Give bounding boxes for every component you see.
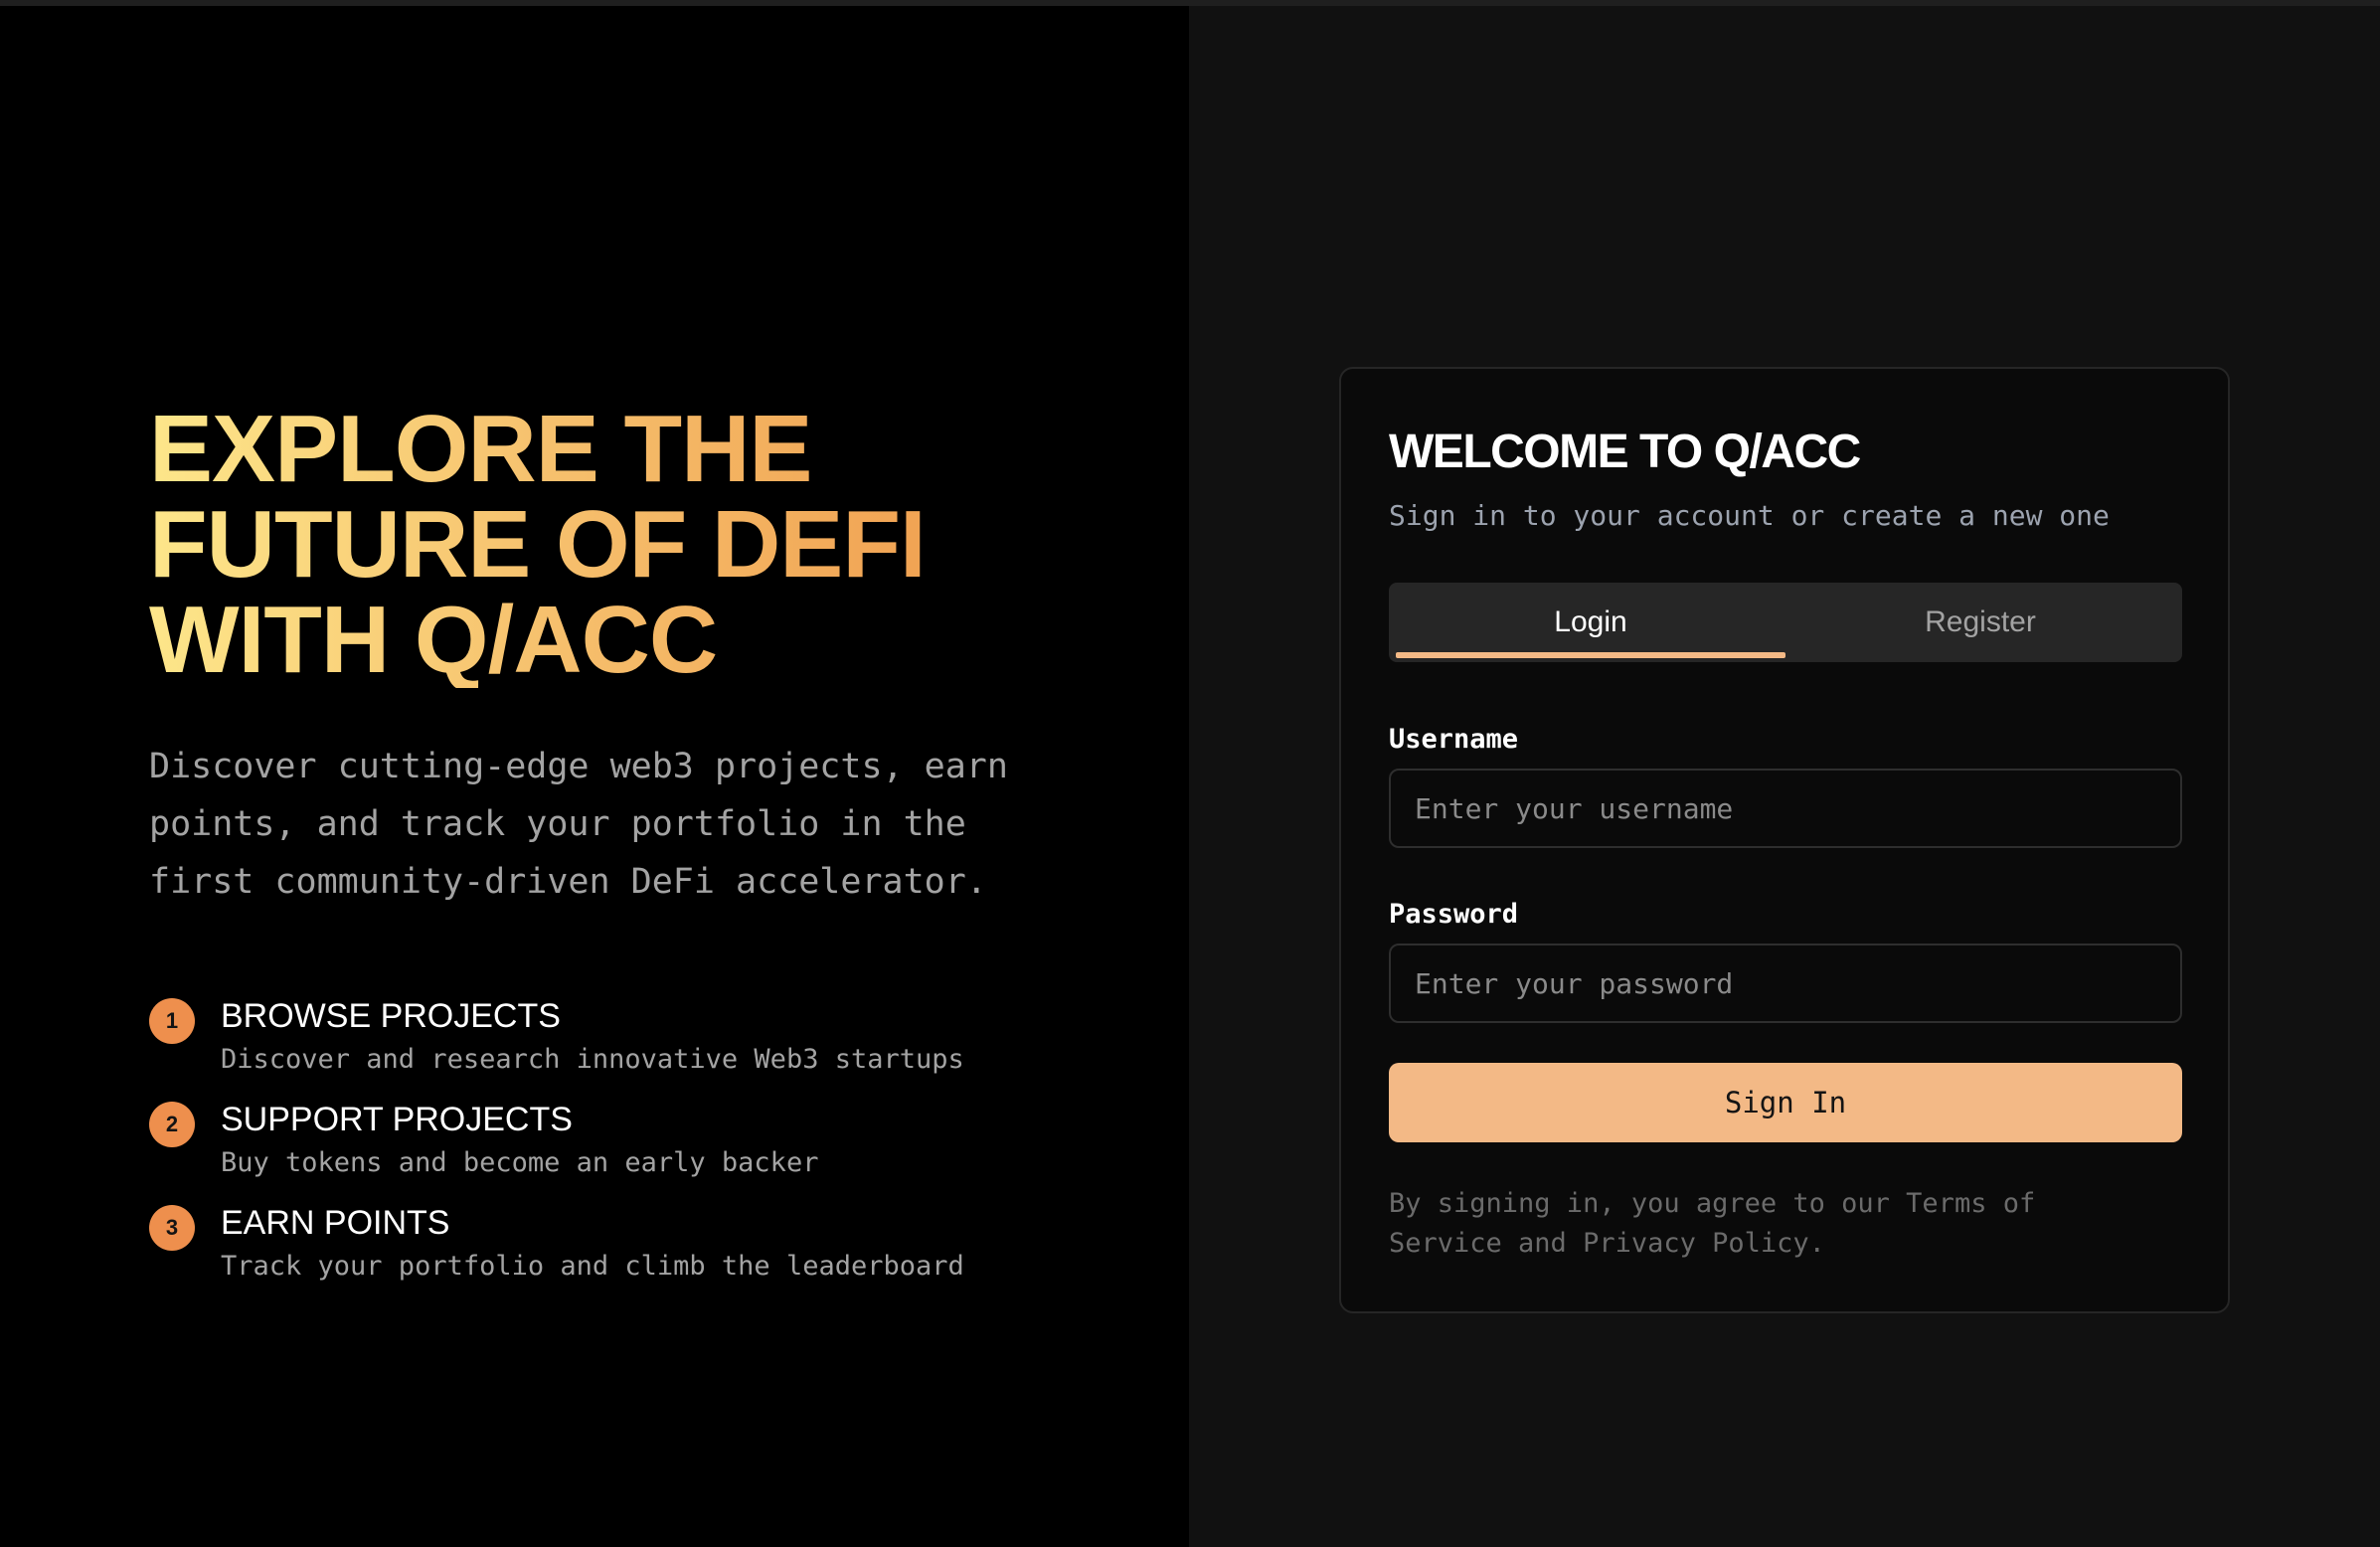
auth-card: WELCOME TO Q/ACC Sign in to your account… xyxy=(1339,367,2230,1313)
step-title: BROWSE PROJECTS xyxy=(221,997,561,1035)
step-number-badge: 3 xyxy=(149,1205,195,1251)
username-input[interactable] xyxy=(1389,769,2182,848)
hero-title-line-2: FUTURE OF DEFI xyxy=(149,491,926,598)
step-title: SUPPORT PROJECTS xyxy=(221,1101,573,1138)
auth-panel: WELCOME TO Q/ACC Sign in to your account… xyxy=(1189,6,2380,1547)
tab-register[interactable]: Register xyxy=(1785,583,2175,662)
step-description: Discover and research innovative Web3 st… xyxy=(221,1044,964,1075)
step-description: Buy tokens and become an early backer xyxy=(221,1147,819,1178)
hero-title: EXPLORE THE FUTURE OF DEFI WITH Q/ACC xyxy=(149,402,1044,688)
step-browse-projects: 1 BROWSE PROJECTS Discover and research … xyxy=(149,994,1064,1098)
username-label: Username xyxy=(1389,724,1519,755)
hero-title-line-1: EXPLORE THE xyxy=(149,396,812,502)
step-number-badge: 1 xyxy=(149,998,195,1044)
step-number-badge: 2 xyxy=(149,1102,195,1147)
tab-login[interactable]: Login xyxy=(1396,583,1785,662)
password-input[interactable] xyxy=(1389,944,2182,1023)
auth-tabs: Login Register xyxy=(1389,583,2182,662)
card-subtitle: Sign in to your account or create a new … xyxy=(1389,499,2110,532)
login-page: EXPLORE THE FUTURE OF DEFI WITH Q/ACC Di… xyxy=(0,0,2380,1547)
hero-title-line-3: WITH Q/ACC xyxy=(149,587,718,693)
card-title: WELCOME TO Q/ACC xyxy=(1389,426,1861,478)
step-title: EARN POINTS xyxy=(221,1204,450,1242)
step-support-projects: 2 SUPPORT PROJECTS Buy tokens and become… xyxy=(149,1098,1064,1201)
hero-panel: EXPLORE THE FUTURE OF DEFI WITH Q/ACC Di… xyxy=(0,6,1189,1547)
steps-list: 1 BROWSE PROJECTS Discover and research … xyxy=(149,994,1064,1304)
password-label: Password xyxy=(1389,899,1519,930)
legal-notice: By signing in, you agree to our Terms of… xyxy=(1389,1188,2036,1259)
step-earn-points: 3 EARN POINTS Track your portfolio and c… xyxy=(149,1201,1064,1304)
sign-in-button[interactable]: Sign In xyxy=(1389,1063,2182,1142)
step-description: Track your portfolio and climb the leade… xyxy=(221,1251,964,1282)
hero-description: Discover cutting-edge web3 projects, ear… xyxy=(149,747,1008,902)
